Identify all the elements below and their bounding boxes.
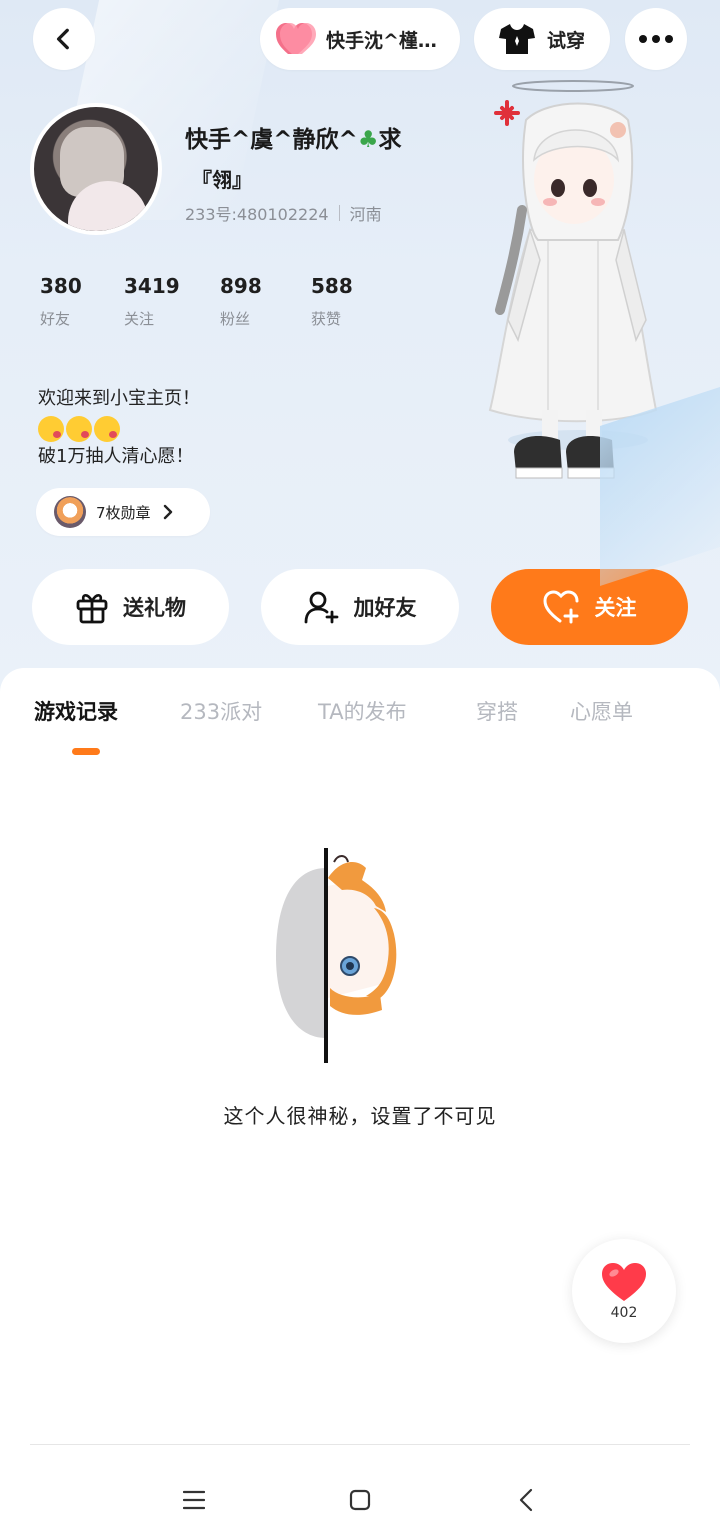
send-gift-button[interactable]: 送礼物 [32,569,229,645]
send-gift-label: 送礼物 [123,596,186,620]
stat-likes: 588 获赞 [311,274,353,329]
like-button[interactable]: 402 [572,1239,676,1343]
nav-divider [30,1444,690,1445]
stat-value: 380 [40,274,82,298]
tab-wishlist[interactable]: 心愿单 [570,696,633,726]
region: 河南 [349,205,382,224]
try-on-label: 试穿 [546,29,585,52]
more-button[interactable] [625,8,687,70]
add-friend-label: 加好友 [353,596,417,620]
tab-bar: 游戏记录 233派对 TA的发布 穿搭 心愿单 [0,696,720,736]
stat-value: 588 [311,274,353,298]
heart-icon [602,1263,646,1301]
tab-game-records[interactable]: 游戏记录 [34,696,118,726]
tab-outfits[interactable]: 穿搭 [476,696,518,726]
bio-line: 破1万抽人清心愿！ [38,446,194,467]
try-on-button[interactable]: 试穿 [474,8,610,70]
nickname: 快手^虞^静欣^♣求 [185,120,401,154]
tab-indicator [72,748,100,755]
stat-label: 关注 [124,310,155,328]
tab-233-party[interactable]: 233派对 [180,696,262,726]
gift-icon [76,594,108,624]
kiss-emoji-icon [94,416,120,442]
system-back-button[interactable] [506,1480,546,1520]
badges-button[interactable]: 7枚勋章 [36,488,210,536]
nickname-text: 快手^虞^静欣^ [185,127,358,153]
stat-label: 粉丝 [220,310,251,328]
back-arrow-icon [56,28,69,50]
anger-mark-icon [494,100,520,126]
add-user-icon [304,591,338,624]
home-icon [349,1489,371,1511]
heart-plus-icon [542,590,578,624]
follow-button[interactable]: 关注 [491,569,688,645]
back-icon [519,1488,533,1512]
tab-posts[interactable]: TA的发布 [318,696,407,726]
bio-emoji-row [38,414,200,442]
add-friend-button[interactable]: 加好友 [261,569,459,645]
chevron-right-icon [163,504,172,520]
couple-button[interactable]: 快手沈^槿… [260,8,460,70]
stat-label: 获赞 [311,310,342,328]
stat-label: 好友 [40,310,71,328]
back-button[interactable] [33,8,95,70]
stat-following[interactable]: 3419 关注 [124,274,180,329]
stat-value: 3419 [124,274,180,298]
heart-icon [276,23,316,54]
kiss-emoji-icon [66,416,92,442]
3d-avatar-figure[interactable] [478,80,678,500]
menu-icon [183,1490,205,1510]
clover-icon: ♣ [357,127,379,153]
kiss-emoji-icon [38,416,64,442]
content-panel: 游戏记录 233派对 TA的发布 穿搭 心愿单 这个人很神秘，设置了不可见 40… [0,668,720,1539]
tshirt-icon [498,24,535,54]
recent-apps-button[interactable] [174,1480,214,1520]
user-id: 233号:480102224 [185,205,329,224]
stat-value: 898 [220,274,262,298]
subname: 『翎』 [192,168,252,192]
more-icon [639,35,673,43]
like-count: 402 [610,1305,638,1321]
id-line: 233号:480102224 河南 [185,201,382,225]
stat-friends[interactable]: 380 好友 [40,274,82,329]
id-divider [338,205,340,221]
follow-label: 关注 [594,596,637,620]
bio-line: 欢迎来到小宝主页！ [38,388,200,409]
nickname-suffix: 求 [378,127,402,153]
badges-label: 7枚勋章 [96,503,151,522]
badge-icon [54,496,86,528]
profile-header-background: 快手沈^槿… 试穿 快手^虞^静欣^♣求 『翎』 233号:480102224 … [0,0,720,700]
system-nav-bar [0,1444,720,1539]
mystery-character-illustration [276,848,397,1063]
empty-state-text: 这个人很神秘，设置了不可见 [223,1104,497,1128]
stat-fans[interactable]: 898 粉丝 [220,274,262,329]
avatar[interactable] [30,103,162,235]
couple-label: 快手沈^槿… [326,29,437,52]
home-button[interactable] [340,1480,380,1520]
bio: 欢迎来到小宝主页！ 破1万抽人清心愿！ [38,384,200,472]
